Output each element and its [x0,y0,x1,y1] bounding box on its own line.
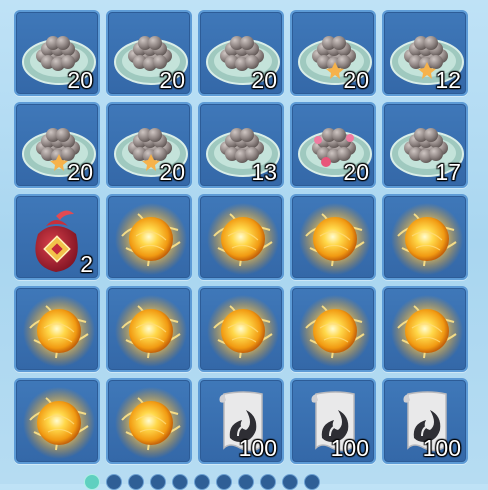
inventory-slot[interactable]: 20 [14,102,100,188]
item-quantity: 20 [67,67,93,93]
page-dot[interactable] [150,474,166,490]
inventory-slot[interactable]: 20 [290,102,376,188]
item-quantity: 20 [159,67,185,93]
inventory-slot[interactable]: 2 [14,194,100,280]
golden-orb-icon [115,295,187,367]
inventory-slot[interactable] [198,286,284,372]
inventory-grid: 20 20 20 20 12 20 20 13 20 17 2 100 100 100 [14,10,468,464]
page-dot[interactable] [282,474,298,490]
golden-orb-icon [391,295,463,367]
item-quantity: 20 [343,159,369,185]
inventory-slot[interactable]: 20 [14,10,100,96]
item-quantity: 20 [251,67,277,93]
inventory-slot[interactable]: 100 [290,378,376,464]
inventory-slot[interactable] [14,286,100,372]
golden-orb-icon [299,295,371,367]
inventory-slot[interactable] [106,194,192,280]
item-quantity: 100 [238,435,277,461]
page-dot[interactable] [106,474,122,490]
inventory-slot[interactable]: 20 [106,10,192,96]
page-dot[interactable] [128,474,144,490]
page-dot[interactable] [84,474,100,490]
inventory-slot[interactable]: 20 [290,10,376,96]
page-dot[interactable] [304,474,320,490]
golden-orb-icon [115,387,187,459]
inventory-slot[interactable] [198,194,284,280]
golden-orb-icon [299,203,371,275]
page-indicator [84,474,320,490]
inventory-slot[interactable] [290,194,376,280]
golden-orb-icon [207,295,279,367]
page-dot[interactable] [216,474,232,490]
page-dot[interactable] [260,474,276,490]
inventory-slot[interactable] [290,286,376,372]
golden-orb-icon [23,295,95,367]
item-quantity: 20 [67,159,93,185]
inventory-slot[interactable] [106,378,192,464]
item-quantity: 17 [435,159,461,185]
item-quantity: 13 [251,159,277,185]
inventory-slot[interactable]: 13 [198,102,284,188]
inventory-slot[interactable] [382,194,468,280]
inventory-slot[interactable] [382,286,468,372]
golden-orb-icon [391,203,463,275]
golden-orb-icon [23,387,95,459]
item-quantity: 12 [435,67,461,93]
page-dot[interactable] [172,474,188,490]
inventory-slot[interactable]: 20 [106,102,192,188]
inventory-slot[interactable]: 12 [382,10,468,96]
item-quantity: 100 [422,435,461,461]
inventory-slot[interactable] [14,378,100,464]
inventory-slot[interactable]: 100 [382,378,468,464]
page-dot[interactable] [238,474,254,490]
page-dot[interactable] [194,474,210,490]
item-quantity: 20 [343,67,369,93]
item-quantity: 2 [80,251,93,277]
item-quantity: 20 [159,159,185,185]
golden-orb-icon [207,203,279,275]
item-quantity: 100 [330,435,369,461]
inventory-slot[interactable]: 17 [382,102,468,188]
inventory-slot[interactable] [106,286,192,372]
golden-orb-icon [115,203,187,275]
inventory-slot[interactable]: 20 [198,10,284,96]
inventory-slot[interactable]: 100 [198,378,284,464]
